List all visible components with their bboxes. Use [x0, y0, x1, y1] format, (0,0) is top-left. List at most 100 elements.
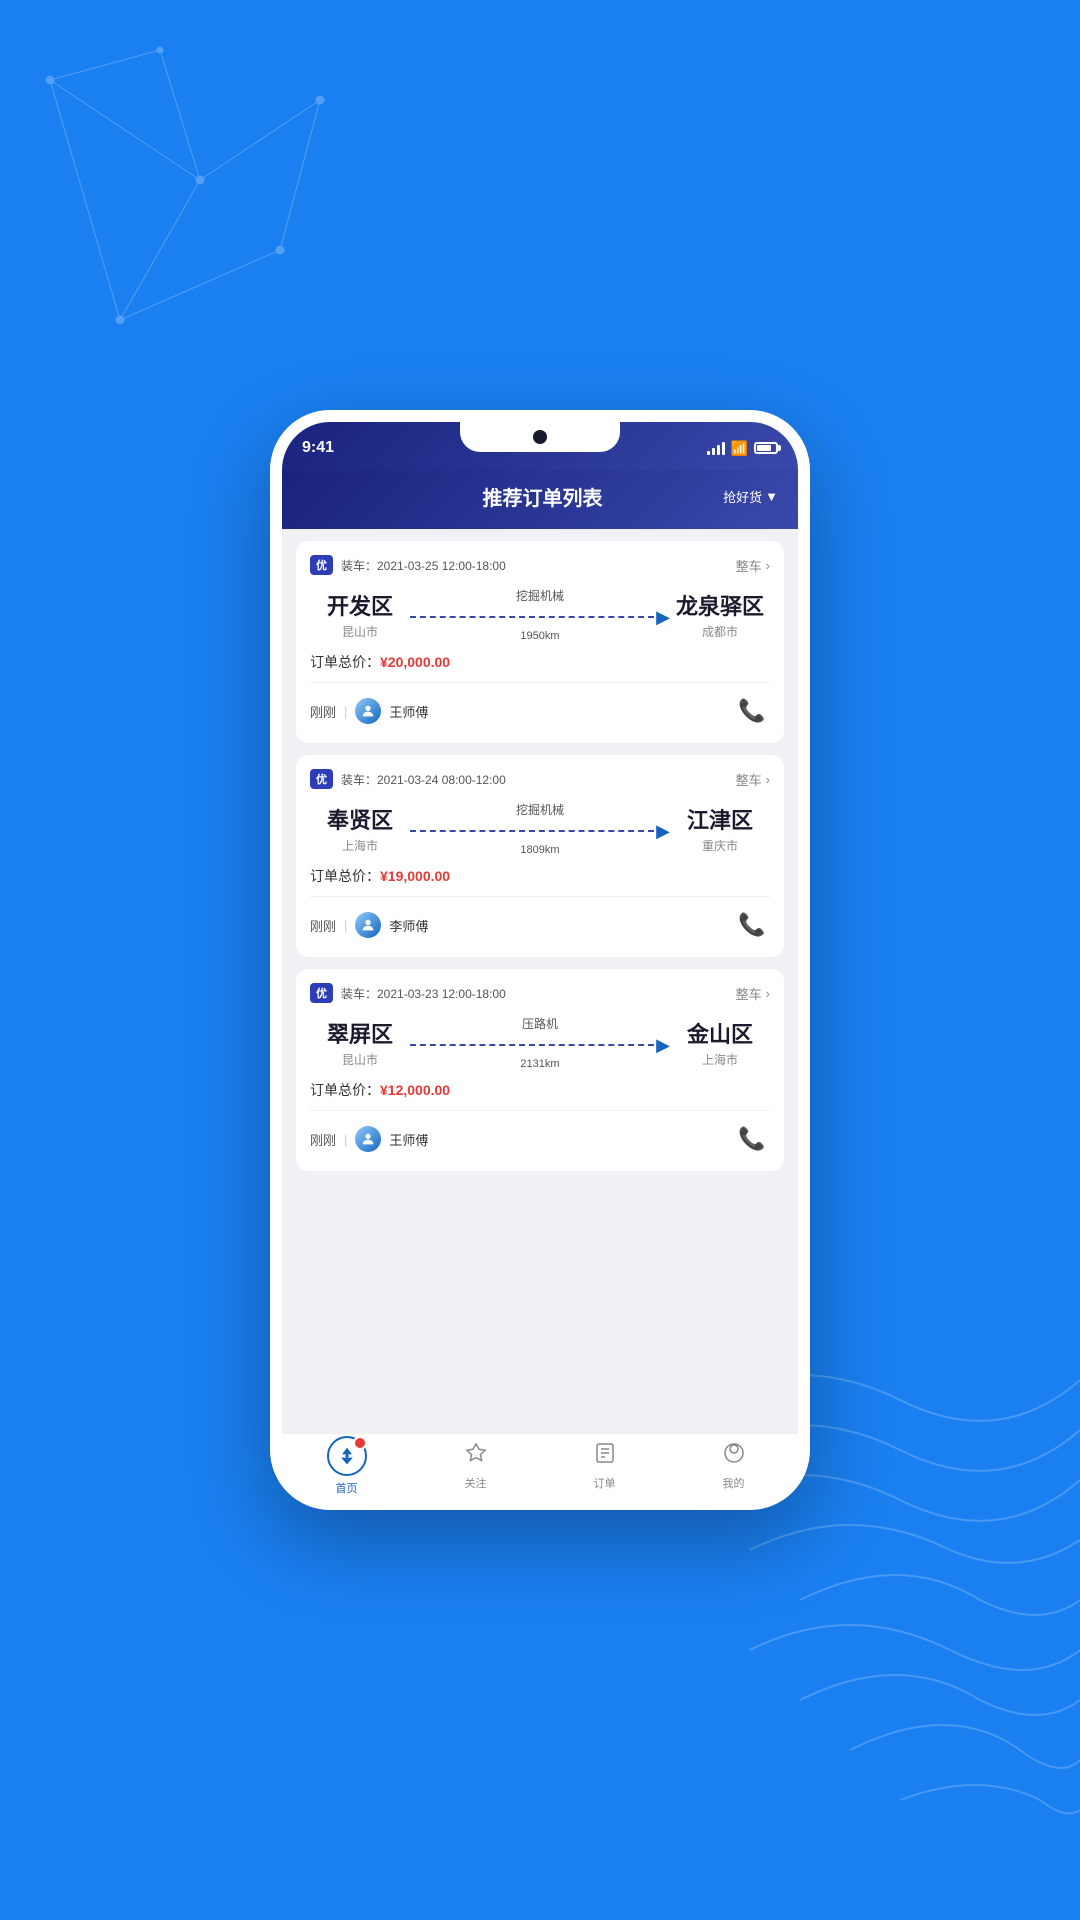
goods-type: 挖掘机械: [516, 801, 564, 818]
call-button[interactable]: 📞: [734, 907, 770, 943]
filter-label: 抢好货: [723, 487, 762, 506]
loading-date: 装车：2021-03-25 12:00-18:00: [341, 557, 506, 574]
route-section: 开发区 昆山市 挖掘机械 ▶ 1950km 龙泉驿区 成都市: [310, 587, 770, 642]
phone-icon: 📞: [738, 1126, 765, 1152]
nav-item-home[interactable]: 首页: [282, 1436, 411, 1496]
divider: [310, 682, 770, 683]
arrow-icon: ▶: [656, 1036, 670, 1054]
route-arrow: ▶: [410, 822, 670, 840]
to-city-name: 江津区: [670, 803, 770, 835]
card-header-left: 优 装车：2021-03-23 12:00-18:00: [310, 983, 506, 1003]
chevron-right-icon: ›: [766, 558, 770, 573]
order-card[interactable]: 优 装车：2021-03-24 08:00-12:00 整车 › 奉贤区 上海市…: [296, 755, 784, 957]
to-city-name: 龙泉驿区: [670, 589, 770, 621]
priority-badge: 优: [310, 555, 333, 575]
battery-icon: [754, 442, 778, 454]
separator: |: [344, 918, 347, 933]
divider: [310, 1110, 770, 1111]
divider: [310, 896, 770, 897]
to-city: 龙泉驿区 成都市: [670, 589, 770, 640]
price-value: ¥19,000.00: [380, 868, 450, 884]
order-type-label: 整车: [736, 556, 762, 575]
home-badge: [353, 1436, 367, 1450]
status-time: 9:41: [302, 439, 334, 457]
card-header-left: 优 装车：2021-03-24 08:00-12:00: [310, 769, 506, 789]
price-label: 订单总价：: [310, 1082, 380, 1098]
time-ago: 刚刚: [310, 1130, 336, 1149]
nav-item-follow[interactable]: 关注: [411, 1441, 540, 1491]
order-type: 整车 ›: [736, 770, 770, 789]
arrow-icon: ▶: [656, 608, 670, 626]
driver-row: 刚刚 | 王师傅 📞: [310, 693, 770, 729]
route-distance: 2131km: [520, 1058, 559, 1070]
call-button[interactable]: 📞: [734, 693, 770, 729]
order-type-label: 整车: [736, 770, 762, 789]
price-label: 订单总价：: [310, 868, 380, 884]
from-city: 翠屏区 昆山市: [310, 1017, 410, 1068]
card-header-left: 优 装车：2021-03-25 12:00-18:00: [310, 555, 506, 575]
route-section: 奉贤区 上海市 挖掘机械 ▶ 1809km 江津区 重庆市: [310, 801, 770, 856]
to-city-sub: 成都市: [670, 623, 770, 640]
priority-badge: 优: [310, 983, 333, 1003]
chevron-right-icon: ›: [766, 986, 770, 1001]
separator: |: [344, 1132, 347, 1147]
from-city: 开发区 昆山市: [310, 589, 410, 640]
route-middle: 压路机 ▶ 2131km: [410, 1015, 670, 1070]
price-label: 订单总价：: [310, 654, 380, 670]
nav-label-mine: 我的: [723, 1475, 745, 1491]
price-value: ¥20,000.00: [380, 654, 450, 670]
mine-icon: [722, 1441, 746, 1471]
orders-icon: [593, 1441, 617, 1471]
to-city: 江津区 重庆市: [670, 803, 770, 854]
order-card[interactable]: 优 装车：2021-03-23 12:00-18:00 整车 › 翠屏区 昆山市…: [296, 969, 784, 1171]
from-city-sub: 昆山市: [310, 1051, 410, 1068]
from-city: 奉贤区 上海市: [310, 803, 410, 854]
driver-row: 刚刚 | 王师傅 📞: [310, 1121, 770, 1157]
status-icons: 📶: [707, 440, 778, 457]
nav-item-orders[interactable]: 订单: [540, 1441, 669, 1491]
order-type: 整车 ›: [736, 984, 770, 1003]
signal-icon: [707, 441, 725, 455]
nav-item-mine[interactable]: 我的: [669, 1441, 798, 1491]
avatar: [355, 1126, 381, 1152]
driver-name: 王师傅: [389, 1130, 428, 1149]
route-arrow: ▶: [410, 1036, 670, 1054]
route-middle: 挖掘机械 ▶ 1950km: [410, 587, 670, 642]
bottom-nav: 首页 关注 订单: [282, 1433, 798, 1505]
goods-type: 压路机: [522, 1015, 558, 1032]
notch: [460, 422, 620, 452]
phone-frame: 9:41 📶 推荐订单列表 抢好货 ▼ 优: [270, 410, 810, 1510]
order-price: 订单总价：¥12,000.00: [310, 1080, 770, 1100]
nav-label-follow: 关注: [465, 1475, 487, 1491]
order-type: 整车 ›: [736, 556, 770, 575]
driver-row: 刚刚 | 李师傅 📞: [310, 907, 770, 943]
order-type-label: 整车: [736, 984, 762, 1003]
camera: [533, 430, 547, 444]
wifi-icon: 📶: [731, 440, 748, 457]
from-city-name: 开发区: [310, 589, 410, 621]
nav-label-home: 首页: [336, 1480, 358, 1496]
filter-button[interactable]: 抢好货 ▼: [723, 487, 778, 506]
route-distance: 1809km: [520, 844, 559, 856]
order-card[interactable]: 优 装车：2021-03-25 12:00-18:00 整车 › 开发区 昆山市…: [296, 541, 784, 743]
driver-left: 刚刚 | 王师傅: [310, 1126, 428, 1152]
priority-badge: 优: [310, 769, 333, 789]
follow-icon: [464, 1441, 488, 1471]
order-list: 优 装车：2021-03-25 12:00-18:00 整车 › 开发区 昆山市…: [282, 529, 798, 1433]
card-header: 优 装车：2021-03-25 12:00-18:00 整车 ›: [310, 555, 770, 575]
route-section: 翠屏区 昆山市 压路机 ▶ 2131km 金山区 上海市: [310, 1015, 770, 1070]
arrow-icon: ▶: [656, 822, 670, 840]
to-city-name: 金山区: [670, 1017, 770, 1049]
call-button[interactable]: 📞: [734, 1121, 770, 1157]
header: 推荐订单列表 抢好货 ▼: [282, 470, 798, 529]
from-city-name: 奉贤区: [310, 803, 410, 835]
from-city-sub: 昆山市: [310, 623, 410, 640]
route-distance: 1950km: [520, 630, 559, 642]
time-ago: 刚刚: [310, 916, 336, 935]
driver-left: 刚刚 | 李师傅: [310, 912, 428, 938]
chevron-right-icon: ›: [766, 772, 770, 787]
separator: |: [344, 704, 347, 719]
avatar: [355, 698, 381, 724]
time-ago: 刚刚: [310, 702, 336, 721]
loading-date: 装车：2021-03-24 08:00-12:00: [341, 771, 506, 788]
